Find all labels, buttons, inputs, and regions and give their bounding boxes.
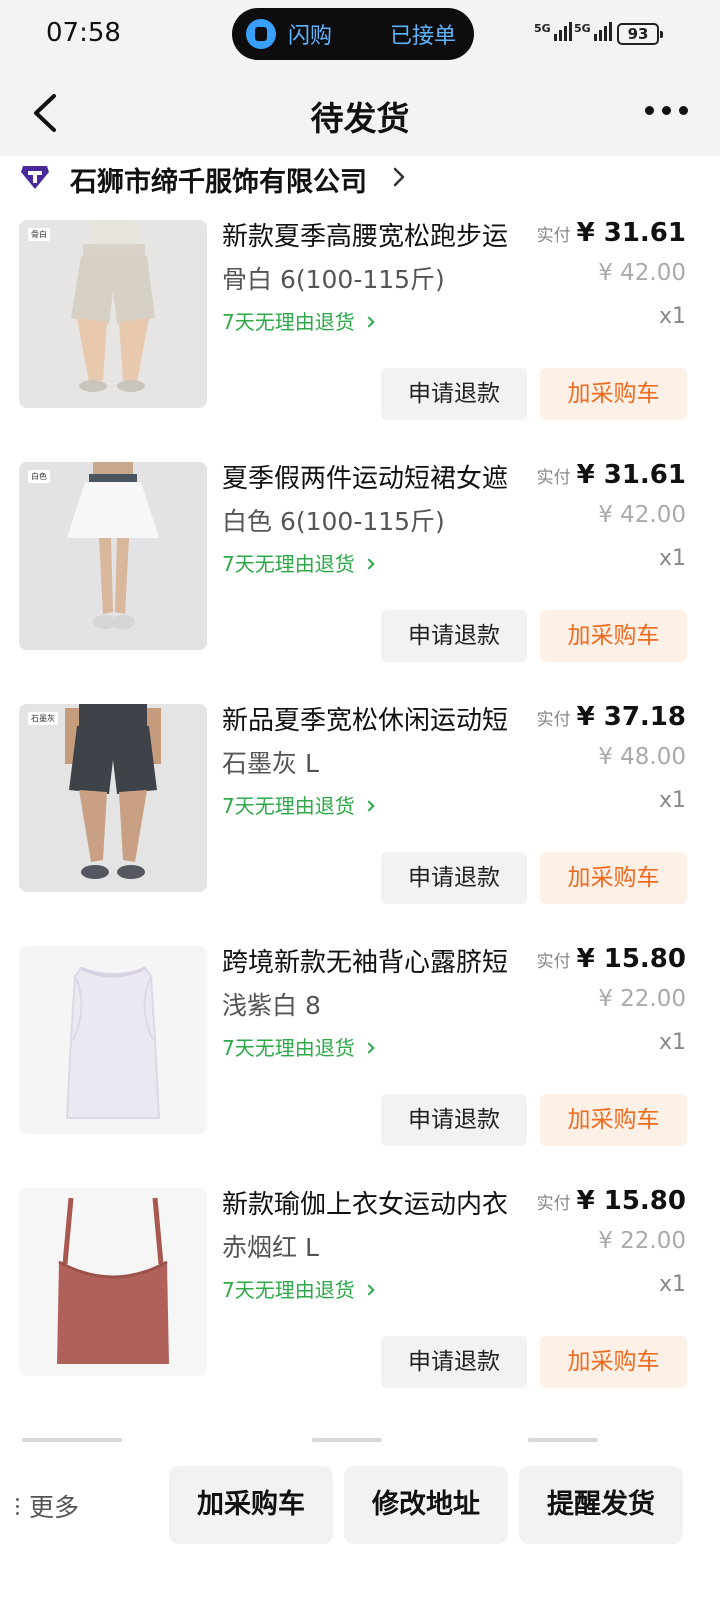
status-bar: 07:58 闪购 已接单 5G 5G 93 <box>0 0 720 70</box>
more-actions[interactable]: 更多 <box>16 1488 79 1524</box>
change-address-button[interactable]: 修改地址 <box>344 1466 508 1544</box>
live-activity-pill[interactable]: 闪购 已接单 <box>232 8 474 60</box>
add-to-cart-button[interactable]: 加采购车 <box>540 1336 687 1388</box>
signal-icon: 5G <box>574 22 612 41</box>
more-horizontal-icon[interactable] <box>645 106 688 115</box>
original-price: ¥ 42.00 <box>598 502 686 528</box>
quantity: x1 <box>658 546 686 571</box>
live-activity-app: 闪购 <box>288 24 333 49</box>
more-label: 更多 <box>29 1493 80 1522</box>
refund-button[interactable]: 申请退款 <box>381 1336 527 1388</box>
quantity: x1 <box>658 304 686 329</box>
product-title[interactable]: 夏季假两件运动短裙女遮 <box>222 458 534 495</box>
product-spec: 石墨灰 L <box>222 749 319 778</box>
add-to-cart-button[interactable]: 加采购车 <box>540 1094 687 1146</box>
paid-price: 实付 ¥ 31.61 <box>536 218 686 248</box>
chevron-right-icon <box>363 558 375 570</box>
order-item[interactable]: 新款瑜伽上衣女运动内衣 赤烟红 L 7天无理由退货 实付 ¥ 15.80 ¥ 22… <box>0 1174 720 1416</box>
chevron-right-icon <box>393 167 405 187</box>
chevron-right-icon <box>363 1042 375 1054</box>
product-spec: 骨白 6(100-115斤) <box>222 265 445 294</box>
live-activity-status: 已接单 <box>389 24 456 49</box>
flash-delivery-icon <box>246 19 276 49</box>
page-title: 待发货 <box>310 99 410 138</box>
return-policy-link[interactable]: 7天无理由退货 <box>222 1032 375 1061</box>
paid-price: 实付 ¥ 15.80 <box>536 944 686 974</box>
return-policy-link[interactable]: 7天无理由退货 <box>222 548 375 577</box>
product-image[interactable]: 骨白 <box>19 220 207 408</box>
chevron-right-icon <box>363 800 375 812</box>
nav-bar: 待发货 <box>0 70 720 156</box>
quantity: x1 <box>658 1272 686 1297</box>
order-summary-peek <box>0 1432 720 1452</box>
paid-price: 实付 ¥ 37.18 <box>536 702 686 732</box>
shop-name: 石狮市缔千服饰有限公司 <box>70 167 367 198</box>
color-tag: 石墨灰 <box>28 712 58 725</box>
add-all-to-cart-button[interactable]: 加采购车 <box>169 1466 333 1544</box>
battery-icon: 93 <box>617 23 663 45</box>
clock: 07:58 <box>46 18 121 48</box>
product-title[interactable]: 新款瑜伽上衣女运动内衣 <box>222 1184 534 1221</box>
return-policy-link[interactable]: 7天无理由退货 <box>222 790 375 819</box>
product-title[interactable]: 新款夏季高腰宽松跑步运 <box>222 216 534 253</box>
remind-shipping-button[interactable]: 提醒发货 <box>519 1466 683 1544</box>
add-to-cart-button[interactable]: 加采购车 <box>540 852 687 904</box>
original-price: ¥ 48.00 <box>598 744 686 770</box>
bottom-action-bar: 更多 加采购车 修改地址 提醒发货 <box>0 1452 720 1600</box>
original-price: ¥ 22.00 <box>598 1228 686 1254</box>
order-item[interactable]: 白色 夏季假两件运动短裙女遮 白色 6(100-115斤) 7天无理由退货 实付… <box>0 448 720 690</box>
refund-button[interactable]: 申请退款 <box>381 1094 527 1146</box>
more-vertical-icon <box>16 1497 19 1515</box>
color-tag: 骨白 <box>28 228 50 241</box>
refund-button[interactable]: 申请退款 <box>381 368 527 420</box>
signal-icon: 5G <box>534 22 572 41</box>
paid-price: 实付 ¥ 15.80 <box>536 1186 686 1216</box>
product-image[interactable]: 白色 <box>19 462 207 650</box>
chevron-right-icon <box>363 1284 375 1296</box>
product-spec: 浅紫白 8 <box>222 991 321 1020</box>
product-title[interactable]: 跨境新款无袖背心露脐短 <box>222 942 534 979</box>
product-spec: 赤烟红 L <box>222 1233 319 1262</box>
return-policy-link[interactable]: 7天无理由退货 <box>222 1274 375 1303</box>
original-price: ¥ 22.00 <box>598 986 686 1012</box>
add-to-cart-button[interactable]: 加采购车 <box>540 610 687 662</box>
shop-logo-icon <box>21 166 49 189</box>
original-price: ¥ 42.00 <box>598 260 686 286</box>
refund-button[interactable]: 申请退款 <box>381 852 527 904</box>
return-policy-link[interactable]: 7天无理由退货 <box>222 306 375 335</box>
shop-header[interactable]: 石狮市缔千服饰有限公司 <box>0 156 720 206</box>
order-item[interactable]: 石墨灰 新品夏季宽松休闲运动短 石墨灰 L 7天无理由退货 实付 ¥ 37.18 … <box>0 690 720 932</box>
color-tag: 白色 <box>28 470 50 483</box>
order-item[interactable]: 骨白 新款夏季高腰宽松跑步运 骨白 6(100-115斤) 7天无理由退货 实付… <box>0 206 720 448</box>
quantity: x1 <box>658 1030 686 1055</box>
product-image[interactable]: 石墨灰 <box>19 704 207 892</box>
order-item[interactable]: 跨境新款无袖背心露脐短 浅紫白 8 7天无理由退货 实付 ¥ 15.80 ¥ 22… <box>0 932 720 1174</box>
quantity: x1 <box>658 788 686 813</box>
product-spec: 白色 6(100-115斤) <box>222 507 445 536</box>
product-title[interactable]: 新品夏季宽松休闲运动短 <box>222 700 534 737</box>
paid-price: 实付 ¥ 31.61 <box>536 460 686 490</box>
chevron-right-icon <box>363 316 375 328</box>
product-image[interactable] <box>19 1188 207 1376</box>
add-to-cart-button[interactable]: 加采购车 <box>540 368 687 420</box>
refund-button[interactable]: 申请退款 <box>381 610 527 662</box>
product-image[interactable] <box>19 946 207 1134</box>
